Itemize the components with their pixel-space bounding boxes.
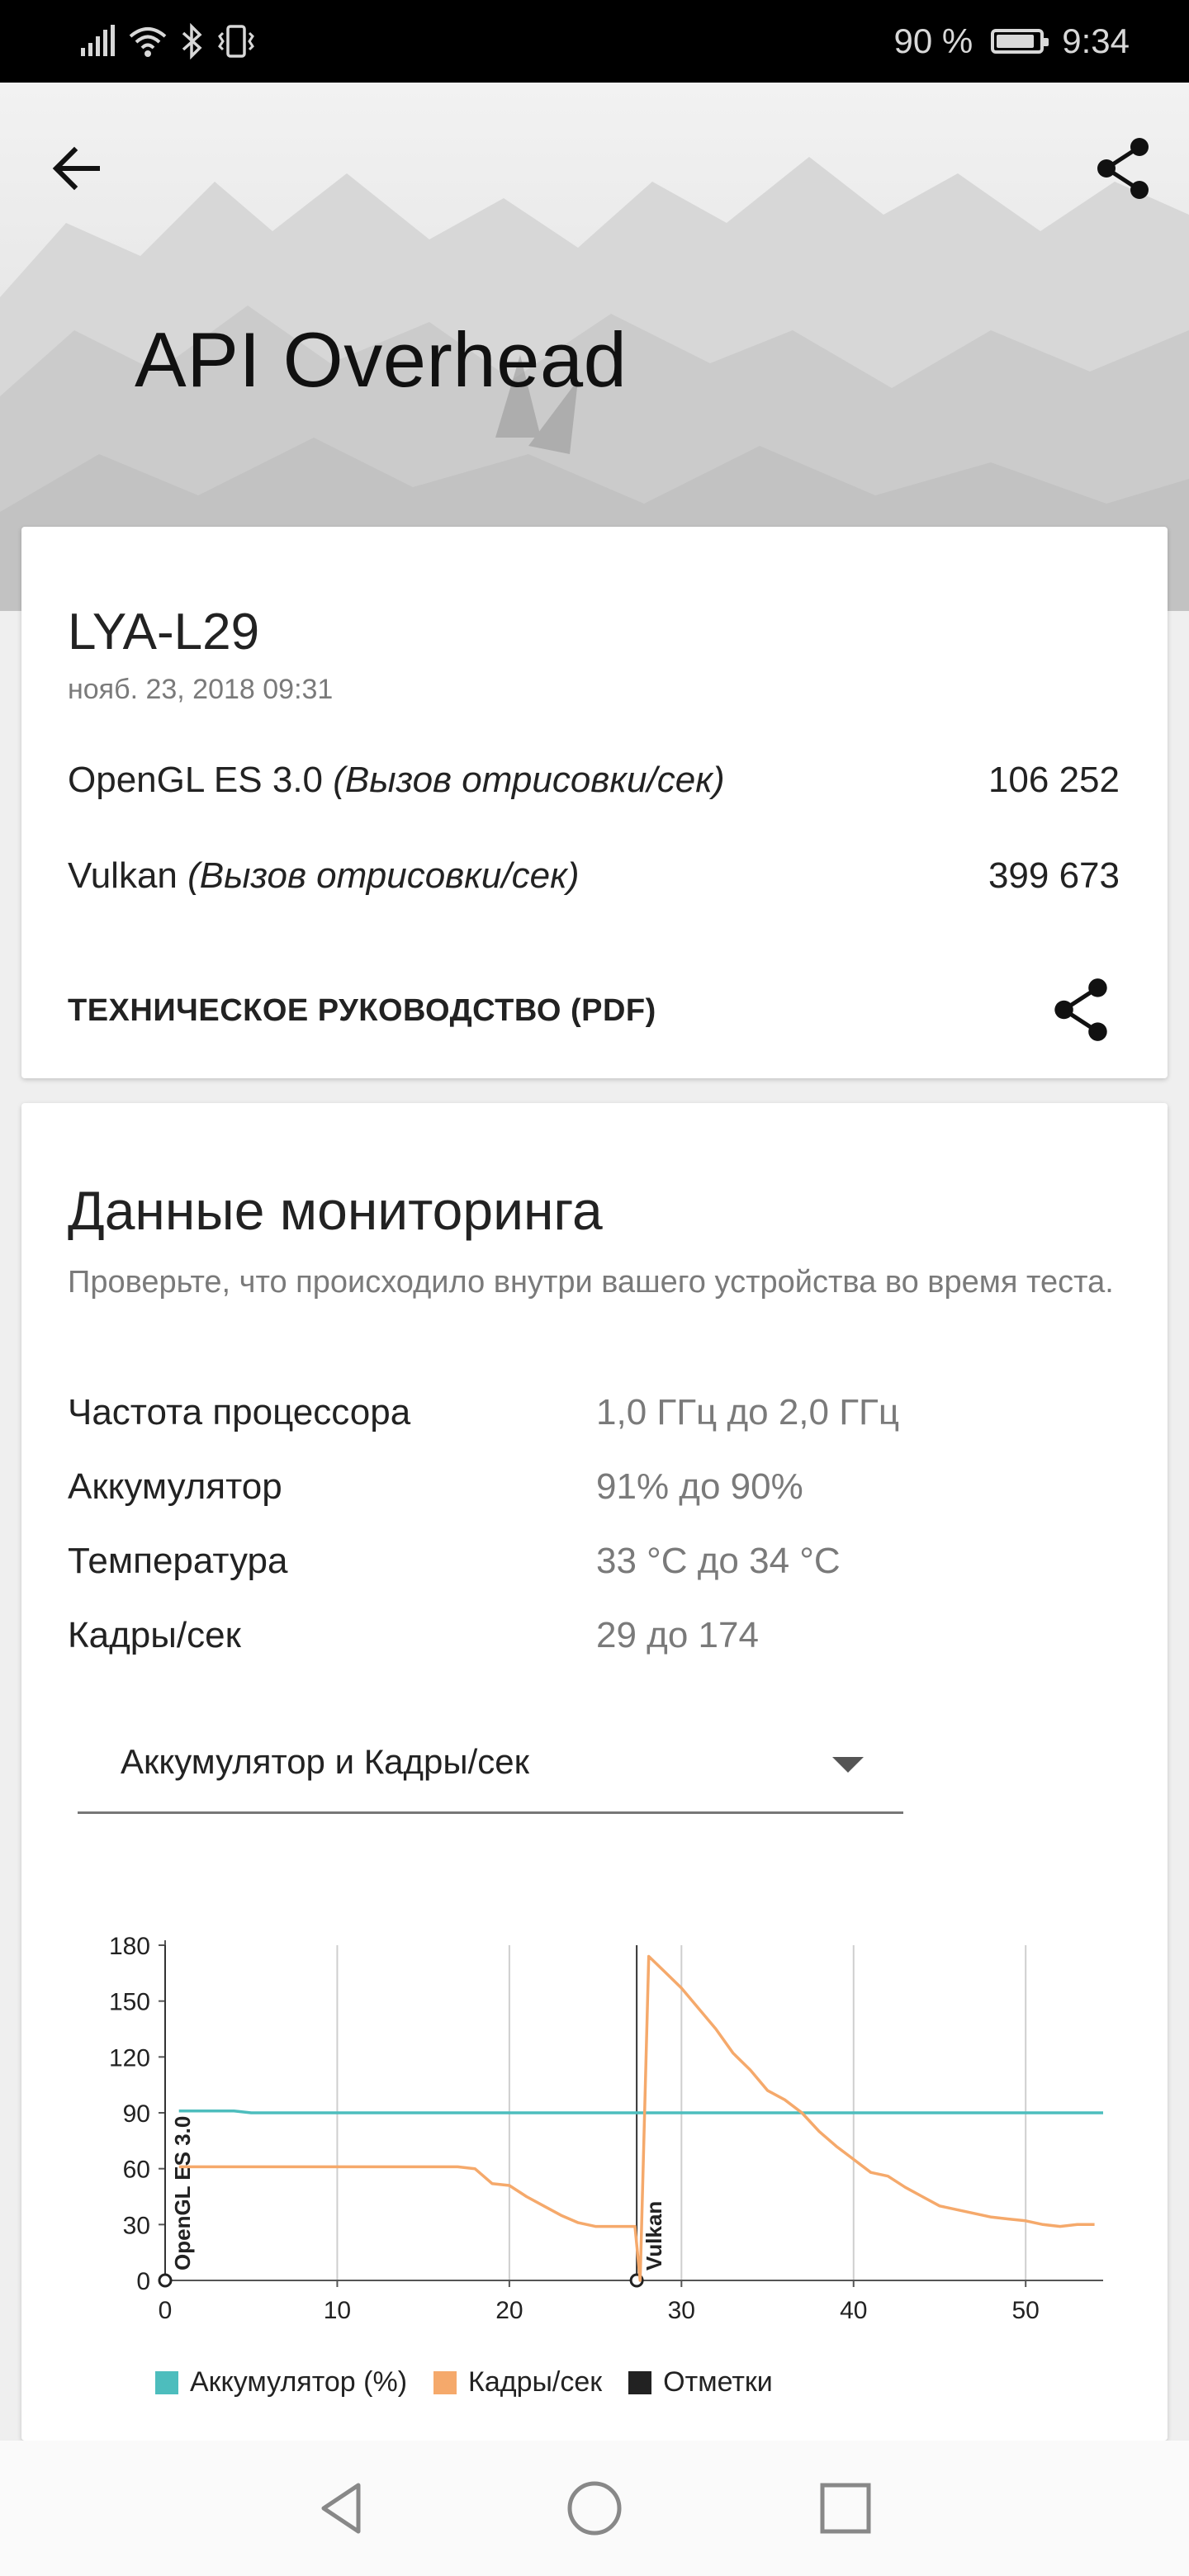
x-tick-label: 30 [668,2297,695,2324]
signal-icon [81,25,115,56]
x-tick-label: 40 [840,2297,867,2324]
stat-value: 33 °C до 34 °C [596,1541,841,1581]
x-tick-label: 0 [159,2297,173,2324]
share-icon[interactable] [1044,973,1118,1047]
nav-recents-icon[interactable] [806,2469,885,2548]
y-tick-label: 0 [136,2268,150,2295]
tech-guide-link[interactable]: ТЕХНИЧЕСКОЕ РУКОВОДСТВО (PDF) [68,993,656,1029]
vibrate-icon [218,25,254,58]
legend-item: Отметки [628,2366,773,2398]
score-unit: (Вызов отрисовки/сек) [333,760,725,800]
legend-label: Кадры/сек [468,2366,603,2398]
y-tick-label: 150 [109,1989,150,2016]
clock: 9:34 [1062,21,1130,60]
monitoring-description: Проверьте, что происходило внутри вашего… [68,1265,1114,1300]
chart-legend: Аккумулятор (%) Кадры/сек Отметки [155,2366,781,2398]
legend-item: Аккумулятор (%) [155,2366,407,2398]
chart-type-dropdown[interactable]: Аккумулятор и Кадры/сек [78,1714,903,1814]
score-unit: (Вызов отрисовки/сек) [187,855,580,896]
marker-label: Vulkan [642,2201,666,2271]
result-date: нояб. 23, 2018 09:31 [68,674,334,705]
share-icon[interactable] [1087,132,1159,205]
legend-label: Аккумулятор (%) [190,2366,408,2398]
y-tick-label: 90 [123,2100,150,2128]
score-label: Vulkan (Вызов отрисовки/сек) [68,855,580,897]
status-bar: 90 % 9:34 [0,0,1189,83]
navigation-bar [0,2441,1189,2576]
x-tick-label: 50 [1012,2297,1040,2324]
battery-fill [997,35,1035,48]
score-row-vulkan: Vulkan (Вызов отрисовки/сек) 399 673 [68,855,1120,897]
stat-label: Частота процессора [68,1392,411,1432]
stat-value: 1,0 ГГц до 2,0 ГГц [596,1392,900,1432]
page-title: API Overhead [135,316,628,403]
bluetooth-icon [182,23,202,59]
battery-percent: 90 % [893,21,973,60]
stat-label: Температура [68,1541,288,1581]
score-label: OpenGL ES 3.0 (Вызов отрисовки/сек) [68,760,725,801]
legend-swatch [433,2370,457,2394]
legend-label: Отметки [663,2366,773,2398]
y-tick-label: 30 [123,2212,150,2239]
device-name: LYA-L29 [68,604,260,661]
stat-value: 29 до 174 [596,1615,759,1655]
stat-label: Аккумулятор [68,1466,282,1507]
y-tick-label: 60 [123,2157,150,2184]
score-value: 399 673 [988,855,1120,896]
marker-dot [158,2273,173,2288]
stat-value: 91% до 90% [596,1466,803,1507]
result-card: LYA-L29 нояб. 23, 2018 09:31 OpenGL ES 3… [21,527,1168,1078]
dropdown-selected: Аккумулятор и Кадры/сек [121,1742,529,1781]
monitoring-card: Данные мониторинга Проверьте, что происх… [21,1103,1168,2441]
nav-back-icon[interactable] [304,2469,383,2548]
stat-label: Кадры/сек [68,1615,241,1655]
arrow-back-icon[interactable] [43,132,116,205]
score-row-opengl: OpenGL ES 3.0 (Вызов отрисовки/сек) 106 … [68,760,1120,801]
series-line [178,2109,1103,2114]
status-icons [79,20,256,63]
score-value: 106 252 [988,760,1120,800]
monitoring-chart: 0 30 60 90 120 150 180 0 10 20 30 40 50 OpenGL ES 3.0… [109,1933,1103,2324]
x-tick-label: 10 [324,2297,351,2324]
nav-home-icon[interactable] [555,2469,634,2548]
battery-icon [991,29,1049,54]
x-tick-label: 20 [495,2297,523,2324]
score-name: OpenGL ES 3.0 [68,760,324,800]
status-right: 90 % 9:34 [894,20,1130,63]
score-name: Vulkan [68,855,178,896]
dropdown-arrow-icon [832,1757,864,1773]
y-tick-label: 120 [109,2044,150,2072]
legend-swatch [155,2370,178,2394]
monitoring-title: Данные мониторинга [68,1180,603,1241]
legend-item: Кадры/сек [433,2366,602,2398]
y-tick-label: 180 [109,1933,150,1960]
wifi-icon [129,27,167,57]
legend-swatch [628,2370,652,2394]
marker-label: OpenGL ES 3.0 [170,2116,195,2271]
